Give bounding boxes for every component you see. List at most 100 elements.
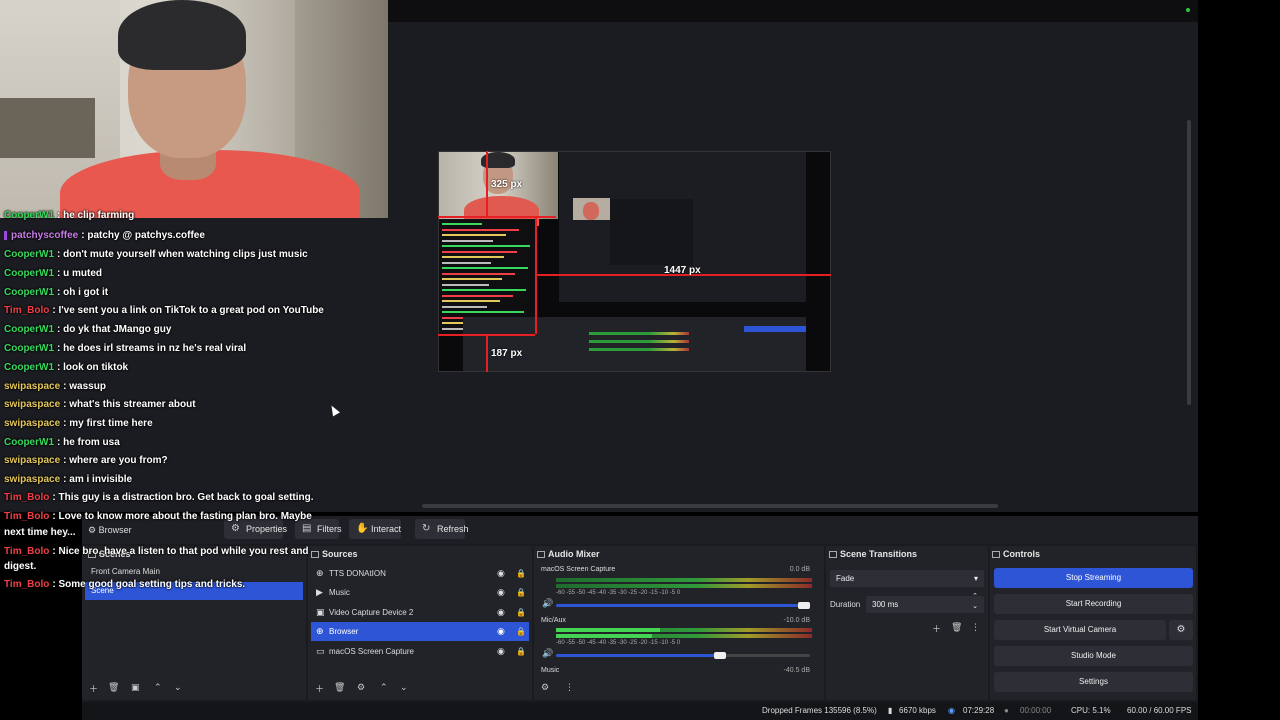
- chat-text: digest.: [4, 561, 37, 572]
- chat-text: : Nice bro, have a listen to that pod wh…: [52, 546, 309, 557]
- meter-scale: -60 -55 -50 -45 -40 -35 -30 -25 -20 -15 …: [556, 590, 681, 596]
- mixer-menu-icon[interactable]: ⋮: [565, 682, 574, 693]
- chat-message: next time hey...: [4, 527, 76, 538]
- nested-chat-line: [442, 239, 493, 242]
- chat-message: CooperW1: he does irl streams in nz he's…: [4, 343, 246, 354]
- chat-text: : don't mute yourself when watching clip…: [57, 249, 308, 260]
- add-source-icon[interactable]: ＋: [315, 682, 324, 695]
- chat-text: : am i invisible: [63, 474, 133, 485]
- visibility-icon[interactable]: ◉: [497, 642, 505, 661]
- chat-username: CooperW1: [4, 324, 54, 335]
- move-down-icon[interactable]: ⌄: [174, 682, 182, 693]
- chat-text: : do yk that JMango guy: [57, 324, 172, 335]
- preview-horizontal-scrollbar[interactable]: [422, 504, 998, 508]
- visibility-icon[interactable]: ◉: [497, 603, 505, 622]
- preview-vertical-scrollbar[interactable]: [1187, 120, 1191, 405]
- controls-dock-title: Controls: [992, 549, 1040, 559]
- chat-username: swipaspace: [4, 455, 61, 466]
- nested-chat-line: [442, 261, 491, 264]
- sources-dock-title: Sources: [311, 549, 358, 559]
- nested-meter: [589, 348, 689, 351]
- lock-icon[interactable]: 🔒: [516, 642, 526, 661]
- chat-text: : I've sent you a link on TikTok to a gr…: [52, 305, 324, 316]
- remove-scene-icon[interactable]: 🗑: [108, 682, 119, 693]
- duration-field[interactable]: 300 ms ⌃ ⌄: [866, 593, 984, 613]
- transition-menu-icon[interactable]: ⋮: [971, 622, 980, 633]
- add-scene-icon[interactable]: ＋: [89, 682, 98, 695]
- volume-slider[interactable]: [556, 654, 720, 657]
- gear-icon: ⚙: [88, 525, 97, 535]
- network-icon: ▮: [888, 706, 893, 715]
- properties-button[interactable]: ⚙ Properties: [224, 519, 287, 539]
- chat-message: CooperW1: don't mute yourself when watch…: [4, 249, 308, 260]
- volume-meter-level: [556, 628, 660, 632]
- volume-slider[interactable]: [556, 604, 804, 607]
- nested-chat-line: [442, 300, 500, 302]
- interact-button[interactable]: ✋ Interact: [349, 519, 401, 539]
- chat-text: : he from usa: [57, 437, 120, 448]
- source-item-music[interactable]: ▶ Music ◉ 🔒: [311, 583, 529, 602]
- chat-username: CooperW1: [4, 437, 54, 448]
- chat-username: Tim_Bolo: [4, 305, 50, 316]
- source-item-tts[interactable]: ⊕ TTS DONAtION ◉ 🔒: [311, 564, 529, 583]
- chat-username: CooperW1: [4, 287, 54, 298]
- measure-right-label: 1447 px: [664, 265, 701, 276]
- speaker-icon[interactable]: 🔊: [542, 648, 553, 659]
- source-item-video-capture[interactable]: ▣ Video Capture Device 2 ◉ 🔒: [311, 603, 529, 622]
- visibility-icon[interactable]: ◉: [497, 622, 505, 641]
- virtual-camera-settings-icon[interactable]: ⚙: [1169, 620, 1193, 640]
- visibility-icon[interactable]: ◉: [497, 564, 505, 583]
- advanced-audio-icon[interactable]: ⚙: [541, 682, 549, 693]
- lock-icon[interactable]: 🔒: [516, 564, 526, 583]
- chat-username: Tim_Bolo: [4, 579, 50, 590]
- start-virtual-camera-button[interactable]: Start Virtual Camera: [994, 620, 1166, 640]
- source-label: macOS Screen Capture: [329, 647, 414, 656]
- chat-text: : what's this streamer about: [63, 399, 196, 410]
- webcam-feed: [0, 0, 388, 218]
- scene-filters-icon[interactable]: ▣: [131, 682, 140, 693]
- chat-username: CooperW1: [4, 362, 54, 373]
- chat-username: swipaspace: [4, 474, 61, 485]
- stepper-icon[interactable]: ⌃ ⌄: [972, 592, 978, 612]
- chat-message: patchyscoffee: patchy @ patchys.coffee: [4, 230, 205, 241]
- filters-button[interactable]: ▤ Filters: [295, 519, 342, 539]
- remove-transition-icon[interactable]: 🗑: [951, 622, 962, 633]
- webcam-background-shelf: [0, 98, 95, 158]
- lock-icon[interactable]: 🔒: [516, 603, 526, 622]
- volume-slider-knob[interactable]: [798, 602, 810, 609]
- chat-text: : Love to know more about the fasting pl…: [52, 511, 312, 522]
- studio-mode-button[interactable]: Studio Mode: [994, 646, 1193, 666]
- mixer-channel-db: -40.5 dB: [783, 667, 810, 674]
- audio-mixer-title-text: Audio Mixer: [548, 549, 600, 559]
- chat-message: CooperW1: do yk that JMango guy: [4, 324, 171, 335]
- chat-text: : oh i got it: [57, 287, 109, 298]
- source-item-screen-capture[interactable]: ▭ macOS Screen Capture ◉ 🔒: [311, 642, 529, 661]
- streamer-beanie: [118, 0, 246, 70]
- nested-chat-line: [442, 256, 504, 258]
- remove-source-icon[interactable]: 🗑: [334, 682, 345, 693]
- lock-icon[interactable]: 🔒: [516, 583, 526, 602]
- refresh-button[interactable]: ↻ Refresh: [415, 519, 469, 539]
- properties-label: Properties: [246, 524, 288, 534]
- move-up-icon[interactable]: ⌃: [380, 682, 388, 693]
- visibility-icon[interactable]: ◉: [497, 583, 505, 602]
- lock-icon[interactable]: 🔒: [516, 622, 526, 641]
- move-down-icon[interactable]: ⌄: [400, 682, 408, 693]
- stop-streaming-button[interactable]: Stop Streaming: [994, 568, 1193, 588]
- interact-label: Interact: [371, 524, 402, 534]
- source-properties-icon[interactable]: ⚙: [357, 682, 365, 693]
- settings-button[interactable]: Settings: [994, 672, 1193, 692]
- speaker-icon[interactable]: 🔊: [542, 598, 553, 609]
- volume-slider-knob[interactable]: [714, 652, 726, 659]
- add-transition-icon[interactable]: ＋: [932, 622, 941, 635]
- bounding-box-top-edge: [438, 216, 556, 218]
- measure-guide-top: [486, 151, 488, 216]
- nested-selected-button: [744, 326, 806, 332]
- start-recording-button[interactable]: Start Recording: [994, 594, 1193, 614]
- source-item-browser[interactable]: ⊕ Browser ◉ 🔒: [311, 622, 529, 641]
- chat-username: swipaspace: [4, 418, 61, 429]
- play-icon: ▶: [316, 587, 323, 597]
- transition-select[interactable]: Fade ▾: [830, 570, 984, 587]
- scene-transitions-dock-title: Scene Transitions: [829, 549, 917, 559]
- move-up-icon[interactable]: ⌃: [154, 682, 162, 693]
